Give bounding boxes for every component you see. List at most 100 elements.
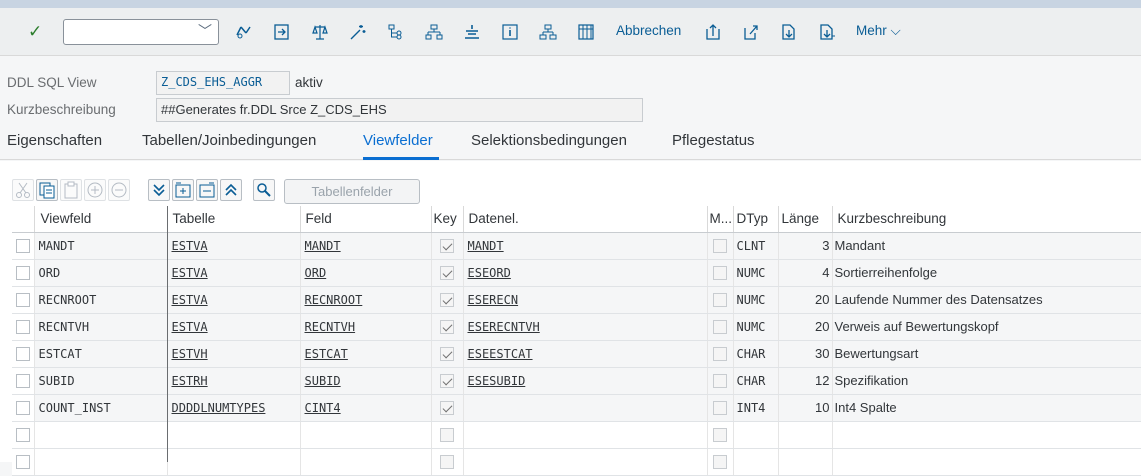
row-checkbox[interactable] (15, 400, 30, 415)
m-checkbox[interactable] (713, 292, 727, 307)
laenge-cell[interactable]: 20 (778, 286, 833, 314)
feld-link[interactable]: RECNROOT (305, 293, 363, 307)
viewfeld-cell[interactable]: SUBID (34, 367, 168, 395)
dtyp-cell[interactable]: CLNT (733, 232, 779, 260)
cut-icon[interactable] (12, 179, 34, 201)
m-cell[interactable] (707, 340, 734, 368)
m-checkbox[interactable] (713, 400, 727, 415)
viewfeld-cell[interactable]: ESTCAT (34, 340, 168, 368)
m-cell[interactable] (707, 286, 734, 314)
row-selector[interactable] (12, 421, 35, 449)
org-chart-icon[interactable] (424, 23, 444, 41)
key-cell[interactable] (431, 367, 464, 395)
table-row[interactable]: SUBID ESTRH SUBID ESESUBID CHAR 12 Spezifikati… (12, 367, 1141, 395)
tabelle-cell[interactable]: ESTVA (167, 286, 301, 314)
collapse-all-icon[interactable] (220, 179, 242, 201)
key-checkbox[interactable] (440, 400, 454, 415)
desc-cell[interactable]: Mandant (832, 232, 1141, 260)
key-cell[interactable] (431, 340, 464, 368)
row-checkbox[interactable] (15, 292, 30, 307)
dtyp-cell[interactable] (733, 421, 779, 449)
row-checkbox[interactable] (15, 319, 30, 334)
header-tabelle[interactable]: Tabelle (167, 206, 301, 233)
laenge-cell[interactable]: 3 (778, 232, 833, 260)
desc-cell[interactable]: Laufende Nummer des Datensatzes (832, 286, 1141, 314)
stack-icon[interactable] (462, 23, 482, 41)
magic-wand-icon[interactable] (348, 23, 368, 41)
add-row-icon[interactable] (84, 179, 106, 201)
dtyp-cell[interactable]: CHAR (733, 367, 779, 395)
desc-cell[interactable] (832, 421, 1141, 449)
dtyp-cell[interactable]: NUMC (733, 259, 779, 287)
tabelle-link[interactable]: DDDDLNUMTYPES (172, 401, 266, 415)
tabelle-cell[interactable]: DDDDLNUMTYPES (167, 394, 301, 422)
m-cell[interactable] (707, 232, 734, 260)
tab-selektionsbedingungen[interactable]: Selektionsbedingungen (471, 132, 627, 149)
feld-cell[interactable]: ORD (300, 259, 432, 287)
network-icon[interactable] (538, 23, 558, 41)
viewfeld-cell[interactable] (34, 421, 168, 449)
tabelle-link[interactable]: ESTRH (172, 374, 208, 388)
m-checkbox[interactable] (713, 319, 727, 334)
header-kurzbeschreibung[interactable]: Kurzbeschreibung (832, 206, 1141, 233)
viewfeld-cell[interactable]: RECNROOT (34, 286, 168, 314)
remove-row-icon[interactable] (108, 179, 130, 201)
search-icon[interactable] (253, 179, 275, 201)
feld-cell[interactable]: RECNTVH (300, 313, 432, 341)
datenel-cell[interactable]: ESERECN (463, 286, 708, 314)
glasses-icon[interactable] (234, 23, 254, 41)
expand-all-icon[interactable] (148, 179, 170, 201)
viewfeld-cell[interactable]: ORD (34, 259, 168, 287)
feld-link[interactable]: RECNTVH (305, 320, 356, 334)
table-icon[interactable] (576, 23, 596, 41)
desc-cell[interactable]: Bewertungsart (832, 340, 1141, 368)
tabelle-link[interactable]: ESTVA (172, 266, 208, 280)
tab-viewfelder[interactable]: Viewfelder (363, 132, 433, 149)
key-checkbox[interactable] (440, 373, 454, 388)
desc-cell[interactable]: Int4 Spalte (832, 394, 1141, 422)
table-row[interactable]: MANDT ESTVA MANDT MANDT CLNT 3 Mandant (12, 232, 1141, 260)
export-icon[interactable] (741, 23, 761, 41)
m-checkbox[interactable] (713, 346, 727, 361)
feld-link[interactable]: SUBID (305, 374, 341, 388)
desc-cell[interactable]: Verweis auf Bewertungskopf (832, 313, 1141, 341)
feld-cell[interactable]: RECNROOT (300, 286, 432, 314)
header-viewfeld[interactable]: Viewfeld (34, 206, 168, 233)
m-cell[interactable] (707, 259, 734, 287)
table-row[interactable]: COUNT_INST DDDDLNUMTYPES CINT4 INT4 10 Int4 S… (12, 394, 1141, 422)
datenel-cell[interactable]: ESEORD (463, 259, 708, 287)
select-block-icon[interactable] (196, 179, 218, 201)
tabelle-link[interactable]: ESTVA (172, 293, 208, 307)
laenge-cell[interactable] (778, 421, 833, 449)
row-selector[interactable] (12, 394, 35, 422)
dtyp-cell[interactable]: NUMC (733, 286, 779, 314)
datenel-link[interactable]: ESERECNTVH (468, 320, 540, 334)
tabelle-cell[interactable] (167, 421, 301, 449)
row-checkbox[interactable] (15, 238, 30, 253)
empty-row[interactable] (12, 421, 1141, 449)
header-datenel[interactable]: Datenel. (463, 206, 708, 233)
key-cell[interactable] (431, 313, 464, 341)
table-row[interactable]: RECNTVH ESTVA RECNTVH ESERECNTVH NUMC 20 Verwe… (12, 313, 1141, 341)
datenel-link[interactable]: ESERECN (468, 293, 519, 307)
row-selector[interactable] (12, 286, 35, 314)
more-button[interactable]: Mehr ⌵ (856, 23, 901, 39)
datenel-cell[interactable]: ESERECNTVH (463, 313, 708, 341)
import-icon[interactable] (779, 23, 799, 41)
row-checkbox[interactable] (15, 265, 30, 280)
tab-tabellen[interactable]: Tabellen/Joinbedingungen (142, 132, 316, 149)
desc-cell[interactable]: Spezifikation (832, 367, 1141, 395)
row-checkbox[interactable] (15, 346, 30, 361)
view-name-field[interactable]: Z_CDS_EHS_AGGR (156, 71, 290, 95)
datenel-cell[interactable] (463, 421, 708, 449)
key-checkbox[interactable] (440, 319, 454, 334)
row-selector[interactable] (12, 340, 35, 368)
feld-cell[interactable] (300, 421, 432, 449)
feld-link[interactable]: MANDT (305, 239, 341, 253)
header-laenge[interactable]: Länge (778, 206, 833, 233)
datenel-link[interactable]: MANDT (468, 239, 504, 253)
tabelle-cell[interactable]: ESTVH (167, 340, 301, 368)
table-row[interactable]: ESTCAT ESTVH ESTCAT ESEESTCAT CHAR 30 Bewertun… (12, 340, 1141, 368)
m-cell[interactable] (707, 313, 734, 341)
insert-icon[interactable] (172, 179, 194, 201)
